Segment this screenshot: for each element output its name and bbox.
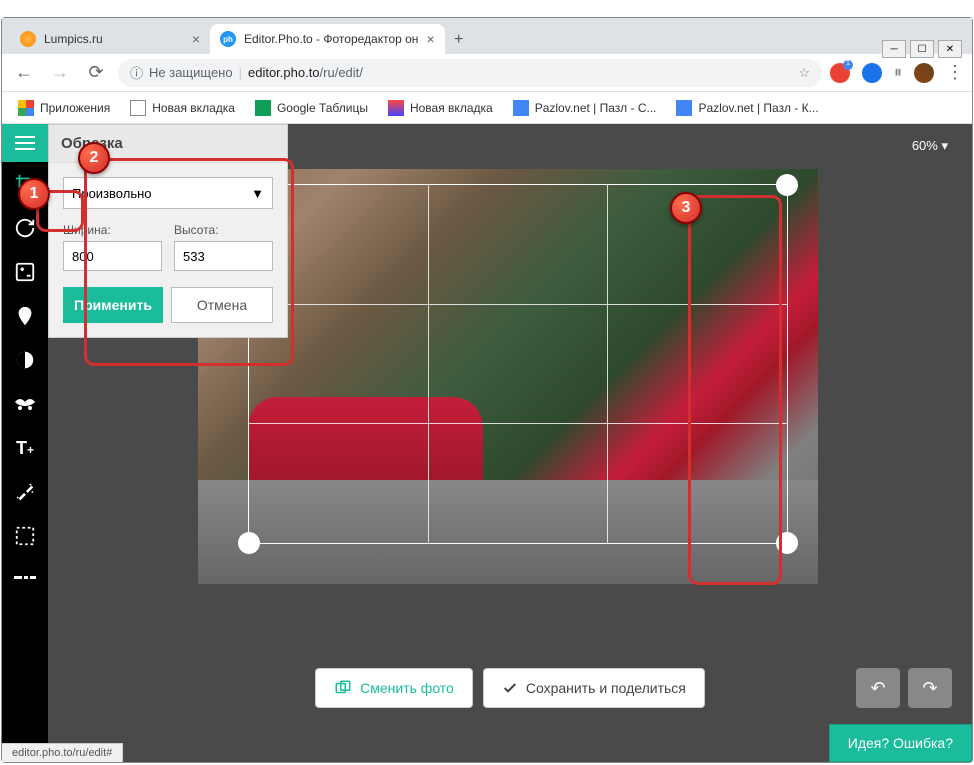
star-icon[interactable]: ☆ <box>798 65 810 81</box>
tab-title: Editor.Pho.to - Фоторедактор он <box>244 32 418 46</box>
grid-line <box>249 423 787 424</box>
security-label: Не защищено <box>149 65 233 80</box>
more-tool[interactable] <box>2 558 48 602</box>
cancel-button[interactable]: Отмена <box>171 287 273 323</box>
dropdown-value: Произвольно <box>72 186 152 201</box>
forward-button[interactable]: → <box>46 59 74 87</box>
minimize-button[interactable]: ─ <box>882 40 906 58</box>
favicon-orange-icon <box>20 31 36 47</box>
bookmark-label: Новая вкладка <box>410 101 493 115</box>
ext-pause-icon[interactable]: ⏸ <box>894 64 902 82</box>
chevron-down-icon: ▾ <box>941 138 948 153</box>
extension-icons: 1 ⏸ ⋮ <box>830 62 964 83</box>
url-path: /ru/edit/ <box>320 65 363 80</box>
frame-tool[interactable] <box>2 514 48 558</box>
button-label: Сменить фото <box>360 680 454 696</box>
crop-overlay[interactable] <box>248 184 788 544</box>
rotate-tool[interactable] <box>2 206 48 250</box>
crop-handle-tr[interactable] <box>776 174 798 196</box>
swap-icon <box>334 679 352 697</box>
marker-1: 1 <box>18 178 50 210</box>
change-photo-button[interactable]: Сменить фото <box>315 668 473 708</box>
width-label: Ширина: <box>63 223 162 237</box>
height-input[interactable] <box>174 241 273 271</box>
bookmark-item[interactable]: Pazlov.net | Пазл - С... <box>505 96 665 120</box>
address-bar: ← → ⟳ ⓘ Не защищено | editor.pho.to/ru/e… <box>2 54 972 92</box>
effects-tool[interactable] <box>2 470 48 514</box>
feedback-button[interactable]: Идея? Ошибка? <box>829 724 972 762</box>
zoom-value: 60% <box>912 138 938 153</box>
save-share-button[interactable]: Сохранить и поделиться <box>483 668 705 708</box>
browser-window: ─ ☐ ✕ Lumpics.ru × ph Editor.Pho.to - Фо… <box>1 17 973 763</box>
url-host: editor.pho.to <box>248 65 320 80</box>
grid-line <box>428 185 429 543</box>
menu-button[interactable] <box>2 124 48 162</box>
bookmark-item[interactable]: Pazlov.net | Пазл - К... <box>668 96 826 120</box>
avatar[interactable] <box>914 63 934 83</box>
crop-handle-br[interactable] <box>776 532 798 554</box>
marker-3: 3 <box>670 192 702 224</box>
text-tool[interactable]: T+ <box>2 426 48 470</box>
bookmark-label: Pazlov.net | Пазл - К... <box>698 101 818 115</box>
sheets-icon <box>255 100 271 116</box>
bookmark-label: Новая вкладка <box>152 101 235 115</box>
photo-container <box>198 169 818 584</box>
marker-2: 2 <box>78 142 110 174</box>
sticker-tool[interactable] <box>2 382 48 426</box>
undo-button[interactable]: ↶ <box>856 668 900 708</box>
reload-button[interactable]: ⟳ <box>82 59 110 87</box>
maximize-button[interactable]: ☐ <box>910 40 934 58</box>
check-icon <box>502 680 518 696</box>
close-tab-icon[interactable]: × <box>426 31 434 47</box>
crop-mode-dropdown[interactable]: Произвольно ▼ <box>63 177 273 209</box>
sharpen-tool[interactable] <box>2 338 48 382</box>
close-window-button[interactable]: ✕ <box>938 40 962 58</box>
window-controls: ─ ☐ ✕ <box>882 40 962 58</box>
new-tab-button[interactable]: + <box>445 26 473 54</box>
grid-line <box>607 185 608 543</box>
zoom-dropdown[interactable]: 60% ▾ <box>912 138 948 154</box>
browser-tab-lumpics[interactable]: Lumpics.ru × <box>10 24 210 54</box>
chevron-down-icon: ▼ <box>251 186 264 201</box>
bottom-actions: Сменить фото Сохранить и поделиться ↶ ↷ <box>48 668 972 708</box>
ext-more-icon[interactable]: ⋮ <box>946 62 964 83</box>
page-icon <box>130 100 146 116</box>
bookmark-label: Google Таблицы <box>277 101 368 115</box>
page-color-icon <box>388 100 404 116</box>
button-label: Сохранить и поделиться <box>526 680 686 696</box>
browser-tab-editor[interactable]: ph Editor.Pho.to - Фоторедактор он × <box>210 24 445 54</box>
width-input[interactable] <box>63 241 162 271</box>
bookmark-item[interactable]: Google Таблицы <box>247 96 376 120</box>
colors-tool[interactable] <box>2 294 48 338</box>
ext-opera-icon[interactable]: 1 <box>830 63 850 83</box>
tabs-bar: Lumpics.ru × ph Editor.Pho.to - Фотореда… <box>2 18 972 54</box>
ext-globe-icon[interactable] <box>862 63 882 83</box>
favicon-pho-icon: ph <box>220 31 236 47</box>
crop-handle-bl[interactable] <box>238 532 260 554</box>
editor-app: T+ Обрезка Произвольно ▼ Ширина: Высот <box>2 124 972 762</box>
info-icon: ⓘ <box>130 63 143 82</box>
exposure-tool[interactable] <box>2 250 48 294</box>
apps-button[interactable]: Приложения <box>10 96 118 120</box>
bookmark-item[interactable]: Новая вкладка <box>122 96 243 120</box>
height-label: Высота: <box>174 223 273 237</box>
bookmarks-bar: Приложения Новая вкладка Google Таблицы … <box>2 92 972 124</box>
bookmark-label: Приложения <box>40 101 110 115</box>
grid-line <box>249 304 787 305</box>
bookmark-label: Pazlov.net | Пазл - С... <box>535 101 657 115</box>
puzzle-icon <box>513 100 529 116</box>
url-input[interactable]: ⓘ Не защищено | editor.pho.to/ru/edit/ ☆ <box>118 59 822 87</box>
status-bar: editor.pho.to/ru/edit# <box>2 743 123 762</box>
close-tab-icon[interactable]: × <box>192 31 200 47</box>
puzzle-icon <box>676 100 692 116</box>
bookmark-item[interactable]: Новая вкладка <box>380 96 501 120</box>
redo-button[interactable]: ↷ <box>908 668 952 708</box>
tab-title: Lumpics.ru <box>44 32 103 46</box>
apply-button[interactable]: Применить <box>63 287 163 323</box>
apps-grid-icon <box>18 100 34 116</box>
back-button[interactable]: ← <box>10 59 38 87</box>
left-toolbar: T+ <box>2 124 48 762</box>
